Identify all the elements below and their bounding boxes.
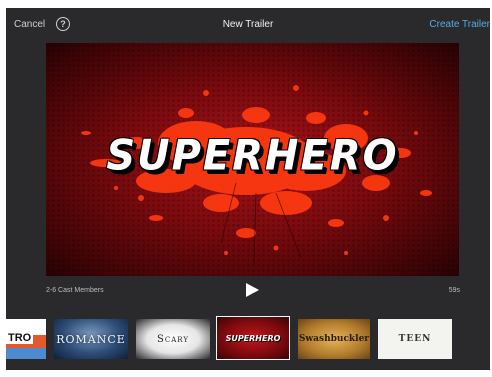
- cast-members-label: 2-6 Cast Members: [46, 287, 104, 294]
- trailer-title-card: SUPERHERO: [106, 131, 399, 181]
- trailer-editor-window: Cancel ? New Trailer Create Trailer SUPE…: [6, 8, 490, 370]
- template-label: TRO: [6, 332, 34, 344]
- template-label: Swashbuckler: [298, 334, 370, 344]
- template-thumbnail-romance[interactable]: ROMANCE: [54, 319, 128, 359]
- duration-label: 59s: [448, 287, 460, 294]
- template-label: TEEN: [398, 334, 432, 344]
- play-icon[interactable]: [246, 283, 259, 297]
- template-label: SUPERHERO: [225, 333, 281, 343]
- create-trailer-button[interactable]: Create Trailer: [429, 19, 490, 30]
- template-picker: TRO ROMANCE Scary SUPERHERO Swashbuckler…: [6, 316, 490, 360]
- template-thumbnail-superhero-selected[interactable]: SUPERHERO: [216, 316, 290, 360]
- template-label: Scary: [157, 333, 189, 345]
- page-title: New Trailer: [222, 19, 274, 30]
- template-thumbnail-scary[interactable]: Scary: [136, 319, 210, 359]
- navigation-bar: Cancel ? New Trailer Create Trailer: [6, 8, 490, 42]
- trailer-preview[interactable]: SUPERHERO: [46, 43, 459, 276]
- template-thumbnail-swashbuckler[interactable]: Swashbuckler: [298, 319, 370, 359]
- template-label: ROMANCE: [56, 332, 126, 346]
- template-thumbnail-intro[interactable]: TRO: [6, 319, 46, 359]
- template-thumbnail-teen[interactable]: TEEN: [378, 319, 452, 359]
